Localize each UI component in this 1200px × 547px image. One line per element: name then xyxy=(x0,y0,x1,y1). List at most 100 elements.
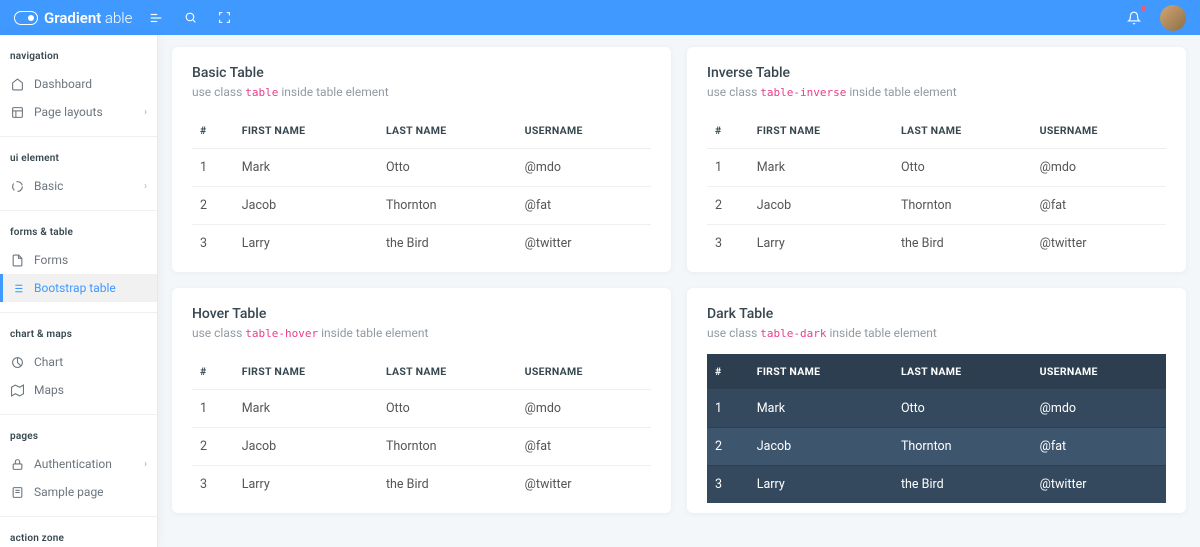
sidebar-item-label: Basic xyxy=(34,179,63,193)
table-header: # xyxy=(192,354,234,390)
sidebar-item-label: Page layouts xyxy=(34,105,103,119)
map-icon xyxy=(10,383,24,397)
table-cell: Thornton xyxy=(378,187,517,225)
chevron-right-icon: › xyxy=(144,459,147,470)
table-cell: Otto xyxy=(378,390,517,428)
table-header: USERNAME xyxy=(517,113,651,149)
sidebar: navigationDashboardPage layouts›ui eleme… xyxy=(0,35,158,547)
table-cell: 2 xyxy=(707,187,749,225)
table-cell: Larry xyxy=(749,466,893,504)
chevron-right-icon: › xyxy=(144,107,147,118)
table-cell: Mark xyxy=(234,149,378,187)
table-cell: @mdo xyxy=(1032,390,1166,428)
sidebar-item-label: Authentication xyxy=(34,457,112,471)
sidebar-item-label: Chart xyxy=(34,355,63,369)
table-cell: Mark xyxy=(234,390,378,428)
page-icon xyxy=(10,485,24,499)
fullscreen-icon[interactable] xyxy=(214,8,234,28)
table-cell: 3 xyxy=(707,466,749,504)
list-icon xyxy=(10,281,24,295)
sidebar-item-forms[interactable]: Forms xyxy=(0,246,157,274)
table-header: FIRST NAME xyxy=(234,354,378,390)
table-cell: @fat xyxy=(517,187,651,225)
card-dark: Dark Tableuse class table-dark inside ta… xyxy=(687,288,1186,513)
nav-section-title: action zone xyxy=(0,527,157,547)
table-cell: the Bird xyxy=(893,225,1032,263)
file-icon xyxy=(10,253,24,267)
table-row: 1MarkOtto@mdo xyxy=(707,390,1166,428)
card-title: Inverse Table xyxy=(707,65,1166,81)
table-cell: @twitter xyxy=(1032,225,1166,263)
table-cell: the Bird xyxy=(378,225,517,263)
nav-section-title: ui element xyxy=(0,147,157,172)
nav-section: forms & tableFormsBootstrap table xyxy=(0,211,157,313)
avatar[interactable] xyxy=(1160,5,1186,31)
sidebar-item-authentication[interactable]: Authentication › xyxy=(0,450,157,478)
table-cell: Larry xyxy=(234,225,378,263)
data-table: #FIRST NAMELAST NAMEUSERNAME1MarkOtto@md… xyxy=(707,354,1166,503)
logo[interactable]: Gradient able xyxy=(14,9,132,27)
table-cell: the Bird xyxy=(378,466,517,504)
table-row: 1MarkOtto@mdo xyxy=(192,149,651,187)
logo-text: Gradient able xyxy=(44,9,132,27)
table-header: # xyxy=(707,113,749,149)
table-header: FIRST NAME xyxy=(749,354,893,390)
sidebar-item-bootstrap-table[interactable]: Bootstrap table xyxy=(0,274,157,302)
table-row: 2JacobThornton@fat xyxy=(707,187,1166,225)
card-title: Basic Table xyxy=(192,65,651,81)
table-cell: Mark xyxy=(749,149,893,187)
table-cell: Thornton xyxy=(378,428,517,466)
sidebar-item-chart[interactable]: Chart xyxy=(0,348,157,376)
table-header: LAST NAME xyxy=(893,354,1032,390)
card-hover: Hover Tableuse class table-hover inside … xyxy=(172,288,671,513)
table-cell: 2 xyxy=(192,187,234,225)
table-row: 2JacobThornton@fat xyxy=(707,428,1166,466)
sidebar-item-label: Bootstrap table xyxy=(34,281,116,295)
pie-icon xyxy=(10,355,24,369)
nav-section-title: navigation xyxy=(0,45,157,70)
table-cell: @fat xyxy=(517,428,651,466)
table-cell: Jacob xyxy=(749,187,893,225)
table-cell: 2 xyxy=(192,428,234,466)
sidebar-item-label: Forms xyxy=(34,253,68,267)
table-row: 2JacobThornton@fat xyxy=(192,428,651,466)
table-header: LAST NAME xyxy=(378,354,517,390)
menu-toggle-icon[interactable] xyxy=(146,8,166,28)
card-title: Dark Table xyxy=(707,306,1166,322)
table-cell: 2 xyxy=(707,428,749,466)
search-icon[interactable] xyxy=(180,8,200,28)
table-header: FIRST NAME xyxy=(234,113,378,149)
table-row: 1MarkOtto@mdo xyxy=(707,149,1166,187)
table-row: 3Larrythe Bird@twitter xyxy=(707,466,1166,504)
table-cell: 1 xyxy=(707,149,749,187)
table-header: FIRST NAME xyxy=(749,113,893,149)
nav-section: pages Authentication › Sample page xyxy=(0,415,157,517)
table-row: 3Larrythe Bird@twitter xyxy=(707,225,1166,263)
nav-section: ui element Basic › xyxy=(0,137,157,211)
table-cell: 3 xyxy=(192,225,234,263)
table-cell: @twitter xyxy=(517,225,651,263)
notification-icon[interactable] xyxy=(1124,8,1144,28)
sidebar-item-dashboard[interactable]: Dashboard xyxy=(0,70,157,98)
nav-section: navigationDashboard Page layouts › xyxy=(0,35,157,137)
sidebar-item-label: Maps xyxy=(34,383,64,397)
table-header: LAST NAME xyxy=(893,113,1032,149)
table-row: 1MarkOtto@mdo xyxy=(192,390,651,428)
sidebar-item-basic[interactable]: Basic › xyxy=(0,172,157,200)
card-subtitle: use class table-hover inside table eleme… xyxy=(192,326,651,340)
table-row: 2JacobThornton@fat xyxy=(192,187,651,225)
chevron-right-icon: › xyxy=(144,181,147,192)
card-inverse: Inverse Tableuse class table-inverse ins… xyxy=(687,47,1186,272)
table-cell: @mdo xyxy=(517,390,651,428)
table-cell: @mdo xyxy=(1032,149,1166,187)
table-cell: 3 xyxy=(192,466,234,504)
table-cell: @fat xyxy=(1032,187,1166,225)
nav-section: action zone xyxy=(0,517,157,547)
table-header: USERNAME xyxy=(1032,354,1166,390)
nav-section-title: pages xyxy=(0,425,157,450)
table-cell: @mdo xyxy=(517,149,651,187)
sidebar-item-page-layouts[interactable]: Page layouts › xyxy=(0,98,157,126)
sidebar-item-maps[interactable]: Maps xyxy=(0,376,157,404)
sidebar-item-sample-page[interactable]: Sample page xyxy=(0,478,157,506)
header-left: Gradient able xyxy=(14,8,234,28)
